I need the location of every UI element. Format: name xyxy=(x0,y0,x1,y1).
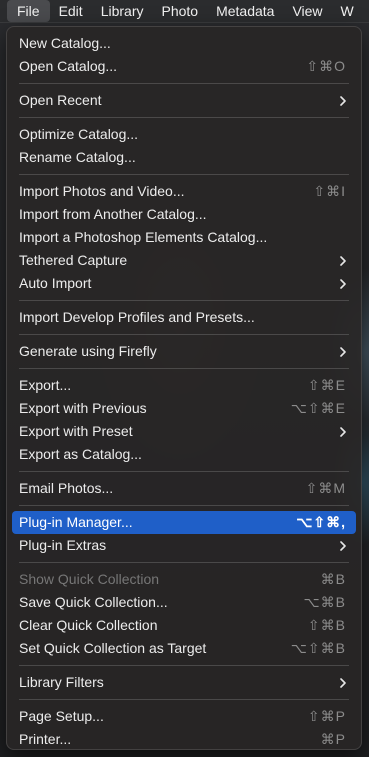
menu-item-email-photos[interactable]: Email Photos... ⇧⌘M xyxy=(12,477,356,500)
menubar-view[interactable]: View xyxy=(283,0,331,22)
menu-item-import-a-photoshop-elements-catalog[interactable]: Import a Photoshop Elements Catalog... xyxy=(12,226,356,249)
chevron-right-icon xyxy=(339,671,347,694)
menu-item-import-develop-profiles-and-presets[interactable]: Import Develop Profiles and Presets... xyxy=(12,306,356,329)
menubar-photo[interactable]: Photo xyxy=(152,0,207,22)
menu-separator xyxy=(19,368,349,369)
menu-item-shortcut: ⌘P xyxy=(320,731,346,747)
menu-item-export-with-preset[interactable]: Export with Preset xyxy=(12,420,356,443)
chevron-right-icon xyxy=(339,340,347,363)
menu-item-page-setup[interactable]: Page Setup... ⇧⌘P xyxy=(12,705,356,728)
menu-separator xyxy=(19,174,349,175)
menu-item-clear-quick-collection[interactable]: Clear Quick Collection ⇧⌘B xyxy=(12,614,356,637)
menu-item-shortcut: ⌥⇧⌘, xyxy=(296,514,346,530)
menu-item-export[interactable]: Export... ⇧⌘E xyxy=(12,374,356,397)
menubar-metadata[interactable]: Metadata xyxy=(207,0,283,22)
menu-item-label: New Catalog... xyxy=(19,35,111,51)
menu-item-shortcut: ⇧⌘P xyxy=(307,708,346,724)
menu-item-label: Export... xyxy=(19,377,72,393)
menu-item-label: Export with Preset xyxy=(19,423,133,439)
menu-item-auto-import[interactable]: Auto Import xyxy=(12,272,356,295)
menu-item-label: Export as Catalog... xyxy=(19,446,142,462)
menu-item-shortcut: ⌥⇧⌘E xyxy=(290,400,346,416)
menu-item-label: Import from Another Catalog... xyxy=(19,206,207,222)
menu-item-open-catalog[interactable]: Open Catalog... ⇧⌘O xyxy=(12,55,356,78)
menu-separator xyxy=(19,699,349,700)
menu-item-export-with-previous[interactable]: Export with Previous ⌥⇧⌘E xyxy=(12,397,356,420)
chevron-right-icon xyxy=(339,89,347,112)
menu-item-label: Optimize Catalog... xyxy=(19,126,139,142)
menu-bar: File Edit Library Photo Metadata View W xyxy=(0,0,369,23)
menu-item-shortcut: ⇧⌘M xyxy=(305,480,346,496)
menu-item-label: Export with Previous xyxy=(19,400,147,416)
menu-item-plug-in-manager[interactable]: Plug-in Manager... ⌥⇧⌘, xyxy=(12,511,356,534)
menu-separator xyxy=(19,665,349,666)
menu-item-label: Rename Catalog... xyxy=(19,149,136,165)
menu-item-library-filters[interactable]: Library Filters xyxy=(12,671,356,694)
menu-separator xyxy=(19,562,349,563)
menu-item-shortcut: ⇧⌘I xyxy=(313,183,346,199)
menu-item-save-quick-collection[interactable]: Save Quick Collection... ⌥⌘B xyxy=(12,591,356,614)
menu-item-printer[interactable]: Printer... ⌘P xyxy=(12,728,356,751)
menu-item-shortcut: ⇧⌘E xyxy=(307,377,346,393)
menu-item-label: Library Filters xyxy=(19,674,104,690)
menu-separator xyxy=(19,300,349,301)
file-menu: New Catalog... Open Catalog... ⇧⌘O Open Rec… xyxy=(6,26,362,750)
menu-item-shortcut: ⌥⌘B xyxy=(303,594,346,610)
menu-item-label: Import Photos and Video... xyxy=(19,183,185,199)
menu-item-optimize-catalog[interactable]: Optimize Catalog... xyxy=(12,123,356,146)
menu-item-label: Show Quick Collection xyxy=(19,571,160,587)
menu-item-label: Open Catalog... xyxy=(19,58,118,74)
menu-item-label: Page Setup... xyxy=(19,708,104,724)
menu-item-label: Set Quick Collection as Target xyxy=(19,640,207,656)
menu-item-shortcut: ⌘B xyxy=(320,571,346,587)
chevron-right-icon xyxy=(339,420,347,443)
menu-separator xyxy=(19,83,349,84)
menu-item-shortcut: ⌥⇧⌘B xyxy=(290,640,346,656)
menu-separator xyxy=(19,117,349,118)
menu-item-export-as-catalog[interactable]: Export as Catalog... xyxy=(12,443,356,466)
menu-separator xyxy=(19,505,349,506)
menu-item-shortcut: ⇧⌘O xyxy=(306,58,346,74)
menu-item-label: Clear Quick Collection xyxy=(19,617,158,633)
chevron-right-icon xyxy=(339,534,347,557)
menubar-edit[interactable]: Edit xyxy=(50,0,92,22)
menu-item-import-photos-and-video[interactable]: Import Photos and Video... ⇧⌘I xyxy=(12,180,356,203)
menu-item-label: Printer... xyxy=(19,731,72,747)
menu-item-label: Plug-in Manager... xyxy=(19,514,133,530)
menu-item-plug-in-extras[interactable]: Plug-in Extras xyxy=(12,534,356,557)
menu-item-generate-using-firefly[interactable]: Generate using Firefly xyxy=(12,340,356,363)
chevron-right-icon xyxy=(339,272,347,295)
menu-item-label: Generate using Firefly xyxy=(19,343,157,359)
menu-separator xyxy=(19,471,349,472)
menu-item-set-quick-collection-as-target[interactable]: Set Quick Collection as Target ⌥⇧⌘B xyxy=(12,637,356,660)
menu-item-show-quick-collection: Show Quick Collection ⌘B xyxy=(12,568,356,591)
menubar-window[interactable]: W xyxy=(332,0,363,22)
menu-item-shortcut: ⇧⌘B xyxy=(307,617,346,633)
menu-item-label: Plug-in Extras xyxy=(19,537,107,553)
menu-separator xyxy=(19,334,349,335)
menu-item-label: Import a Photoshop Elements Catalog... xyxy=(19,229,268,245)
menubar-file[interactable]: File xyxy=(7,0,50,22)
menu-item-tethered-capture[interactable]: Tethered Capture xyxy=(12,249,356,272)
menu-item-rename-catalog[interactable]: Rename Catalog... xyxy=(12,146,356,169)
menu-item-import-from-another-catalog[interactable]: Import from Another Catalog... xyxy=(12,203,356,226)
menu-item-label: Email Photos... xyxy=(19,480,114,496)
menubar-library[interactable]: Library xyxy=(92,0,153,22)
menu-item-label: Tethered Capture xyxy=(19,252,128,268)
menu-item-new-catalog[interactable]: New Catalog... xyxy=(12,32,356,55)
menu-item-label: Open Recent xyxy=(19,92,102,108)
menu-item-label: Auto Import xyxy=(19,275,92,291)
chevron-right-icon xyxy=(339,249,347,272)
menu-item-label: Save Quick Collection... xyxy=(19,594,168,610)
menu-item-open-recent[interactable]: Open Recent xyxy=(12,89,356,112)
menu-item-label: Import Develop Profiles and Presets... xyxy=(19,309,255,325)
